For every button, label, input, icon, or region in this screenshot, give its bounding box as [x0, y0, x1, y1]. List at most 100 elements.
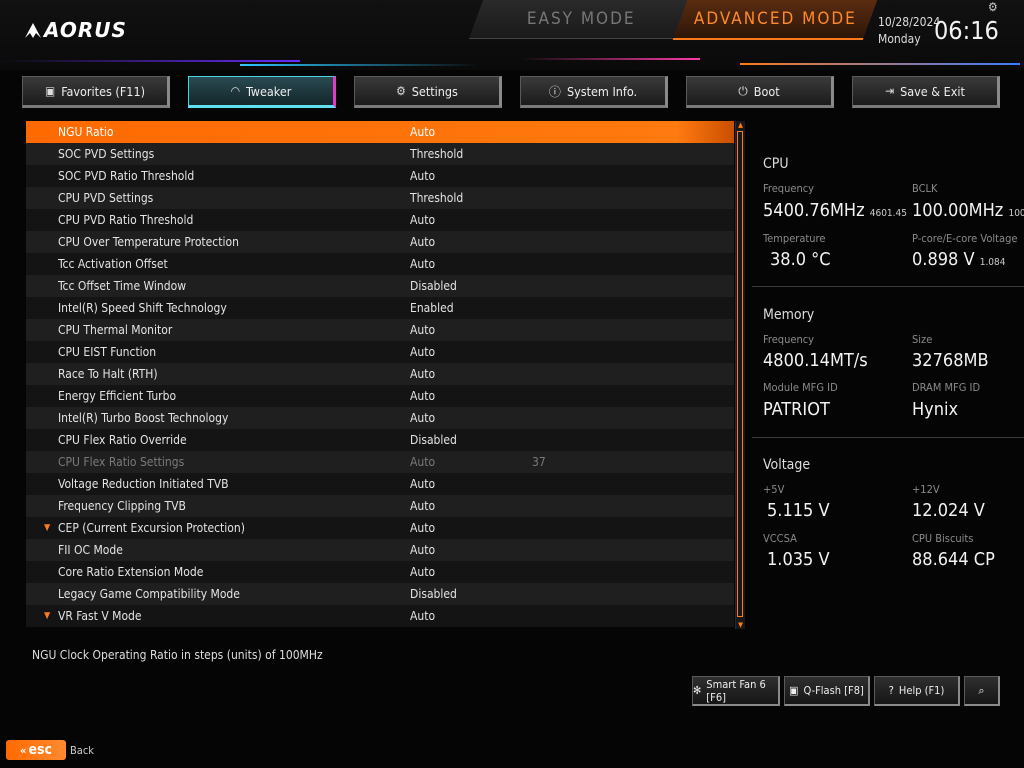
footer-bar: « esc Back: [0, 728, 1024, 768]
help-button[interactable]: ? Help (F1): [874, 676, 960, 706]
tab-system-info[interactable]: ⓘ System Info.: [520, 76, 668, 108]
setting-value[interactable]: Auto: [410, 165, 435, 187]
search-icon: ⌕: [978, 683, 985, 697]
setting-label: Intel(R) Speed Shift Technology: [58, 301, 227, 315]
time-display: 06:16: [934, 16, 999, 45]
setting-row[interactable]: Tcc Activation Offset Auto: [26, 253, 734, 275]
setting-row[interactable]: Tcc Offset Time Window Disabled: [26, 275, 734, 297]
pe-voltage-text: 0.898 V: [912, 249, 975, 270]
aorus-eagle-icon: [25, 23, 41, 38]
setting-row[interactable]: CPU PVD Settings Threshold: [26, 187, 734, 209]
setting-row[interactable]: FII OC Mode Auto: [26, 539, 734, 561]
setting-value[interactable]: Auto: [410, 473, 435, 495]
setting-row[interactable]: ▼ VR Fast V Mode Auto: [26, 605, 734, 627]
setting-row[interactable]: CPU Over Temperature Protection Auto: [26, 231, 734, 253]
setting-value[interactable]: Threshold: [410, 143, 463, 165]
tab-tweaker[interactable]: ◠ Tweaker: [188, 76, 336, 108]
setting-value[interactable]: Disabled: [410, 429, 457, 451]
cpu-frequency-text: 5400.76MHz: [763, 200, 865, 221]
setting-row[interactable]: SOC PVD Ratio Threshold Auto: [26, 165, 734, 187]
setting-label: FII OC Mode: [58, 543, 123, 557]
favorites-icon: ▣: [44, 84, 56, 98]
settings-scrollbar[interactable]: ▲ ▼: [735, 121, 745, 629]
setting-row[interactable]: Intel(R) Turbo Boost Technology Auto: [26, 407, 734, 429]
setting-value[interactable]: Auto: [410, 363, 435, 385]
setting-row[interactable]: NGU Ratio Auto: [26, 121, 734, 143]
setting-value[interactable]: Auto: [410, 539, 435, 561]
voltage-section-title: Voltage: [763, 457, 811, 473]
smart-fan-button[interactable]: ✻ Smart Fan 6 [F6]: [692, 676, 780, 706]
setting-row[interactable]: Intel(R) Speed Shift Technology Enabled: [26, 297, 734, 319]
tab-settings[interactable]: ⚙ Settings: [354, 76, 502, 108]
setting-row[interactable]: Core Ratio Extension Mode Auto: [26, 561, 734, 583]
cpu-frequency-label: Frequency: [763, 182, 815, 195]
top-bar: AORUS EASY MODE ADVANCED MODE 10/28/2024…: [0, 0, 1024, 70]
settings-list: NGU Ratio Auto SOC PVD Settings Threshold …: [26, 121, 734, 629]
setting-row[interactable]: CPU PVD Ratio Threshold Auto: [26, 209, 734, 231]
day-text: Monday: [878, 32, 921, 46]
settings-gear-icon[interactable]: ⚙: [988, 0, 998, 14]
setting-row[interactable]: CPU Thermal Monitor Auto: [26, 319, 734, 341]
setting-label: Core Ratio Extension Mode: [58, 565, 204, 579]
setting-row[interactable]: CPU Flex Ratio Override Disabled: [26, 429, 734, 451]
setting-value[interactable]: Auto: [410, 385, 435, 407]
date-display: 10/28/2024 Monday: [878, 14, 940, 48]
search-button[interactable]: ⌕: [964, 676, 1000, 706]
cpu-biscuits-label: CPU Biscuits: [912, 532, 974, 545]
setting-value[interactable]: Auto: [410, 231, 435, 253]
memory-section-title: Memory: [763, 307, 815, 323]
easy-mode-button[interactable]: EASY MODE: [468, 0, 694, 39]
qflash-label: Q-Flash [F8]: [803, 684, 864, 697]
setting-value[interactable]: Auto: [410, 253, 435, 275]
scroll-thumb[interactable]: [737, 131, 743, 617]
tab-favorites[interactable]: ▣ Favorites (F11): [22, 76, 170, 108]
esc-button[interactable]: « esc: [6, 740, 66, 760]
setting-value[interactable]: Enabled: [410, 297, 454, 319]
expand-arrow-icon[interactable]: ▼: [44, 517, 50, 539]
setting-value[interactable]: Auto: [410, 209, 435, 231]
setting-label: CPU EIST Function: [58, 345, 157, 359]
setting-label: SOC PVD Settings: [58, 147, 155, 161]
setting-label: Tcc Offset Time Window: [58, 279, 187, 293]
pe-voltage-label: P-core/E-core Voltage: [912, 232, 1018, 245]
tab-save-exit-label: Save & Exit: [900, 83, 965, 99]
setting-value[interactable]: Auto: [410, 319, 435, 341]
qflash-button[interactable]: ▣ Q-Flash [F8]: [784, 676, 870, 706]
advanced-mode-button[interactable]: ADVANCED MODE: [672, 0, 878, 40]
setting-value[interactable]: Auto: [410, 517, 435, 539]
tab-save-exit[interactable]: ⇥ Save & Exit: [852, 76, 1000, 108]
tab-system-info-label: System Info.: [566, 83, 638, 99]
setting-row[interactable]: Voltage Reduction Initiated TVB Auto: [26, 473, 734, 495]
info-icon: ⓘ: [548, 84, 561, 99]
setting-row[interactable]: SOC PVD Settings Threshold: [26, 143, 734, 165]
setting-value[interactable]: Threshold: [410, 187, 463, 209]
setting-value[interactable]: Disabled: [410, 583, 457, 605]
scroll-up-icon[interactable]: ▲: [736, 121, 745, 129]
expand-arrow-icon[interactable]: ▼: [44, 605, 50, 627]
setting-value-secondary: 37: [532, 455, 546, 469]
setting-row[interactable]: Race To Halt (RTH) Auto: [26, 363, 734, 385]
v5-value: 5.115 V: [767, 500, 830, 521]
setting-row[interactable]: ▼ CEP (Current Excursion Protection) Auto: [26, 517, 734, 539]
cpu-frequency-sub: 4601.45: [869, 208, 907, 219]
pe-voltage-value: 0.898 V 1.084: [912, 249, 1005, 270]
setting-row[interactable]: Energy Efficient Turbo Auto: [26, 385, 734, 407]
power-icon: ⏻: [738, 83, 748, 98]
gear-icon: ⚙: [396, 84, 406, 98]
setting-value[interactable]: Disabled: [410, 275, 457, 297]
vccsa-label: VCCSA: [763, 532, 797, 545]
setting-row[interactable]: Frequency Clipping TVB Auto: [26, 495, 734, 517]
setting-label: Race To Halt (RTH): [58, 367, 158, 381]
setting-value[interactable]: Auto: [410, 561, 435, 583]
v12-label: +12V: [912, 483, 940, 496]
setting-value[interactable]: Auto: [410, 341, 435, 363]
setting-row[interactable]: Legacy Game Compatibility Mode Disabled: [26, 583, 734, 605]
setting-value[interactable]: Auto: [410, 605, 435, 627]
setting-row[interactable]: CPU EIST Function Auto: [26, 341, 734, 363]
setting-value[interactable]: Auto: [410, 121, 435, 143]
help-icon: ?: [888, 684, 894, 697]
setting-value[interactable]: Auto: [410, 407, 435, 429]
setting-value[interactable]: Auto: [410, 495, 435, 517]
tab-boot[interactable]: ⏻ Boot: [686, 76, 834, 108]
scroll-down-icon[interactable]: ▼: [736, 621, 745, 629]
